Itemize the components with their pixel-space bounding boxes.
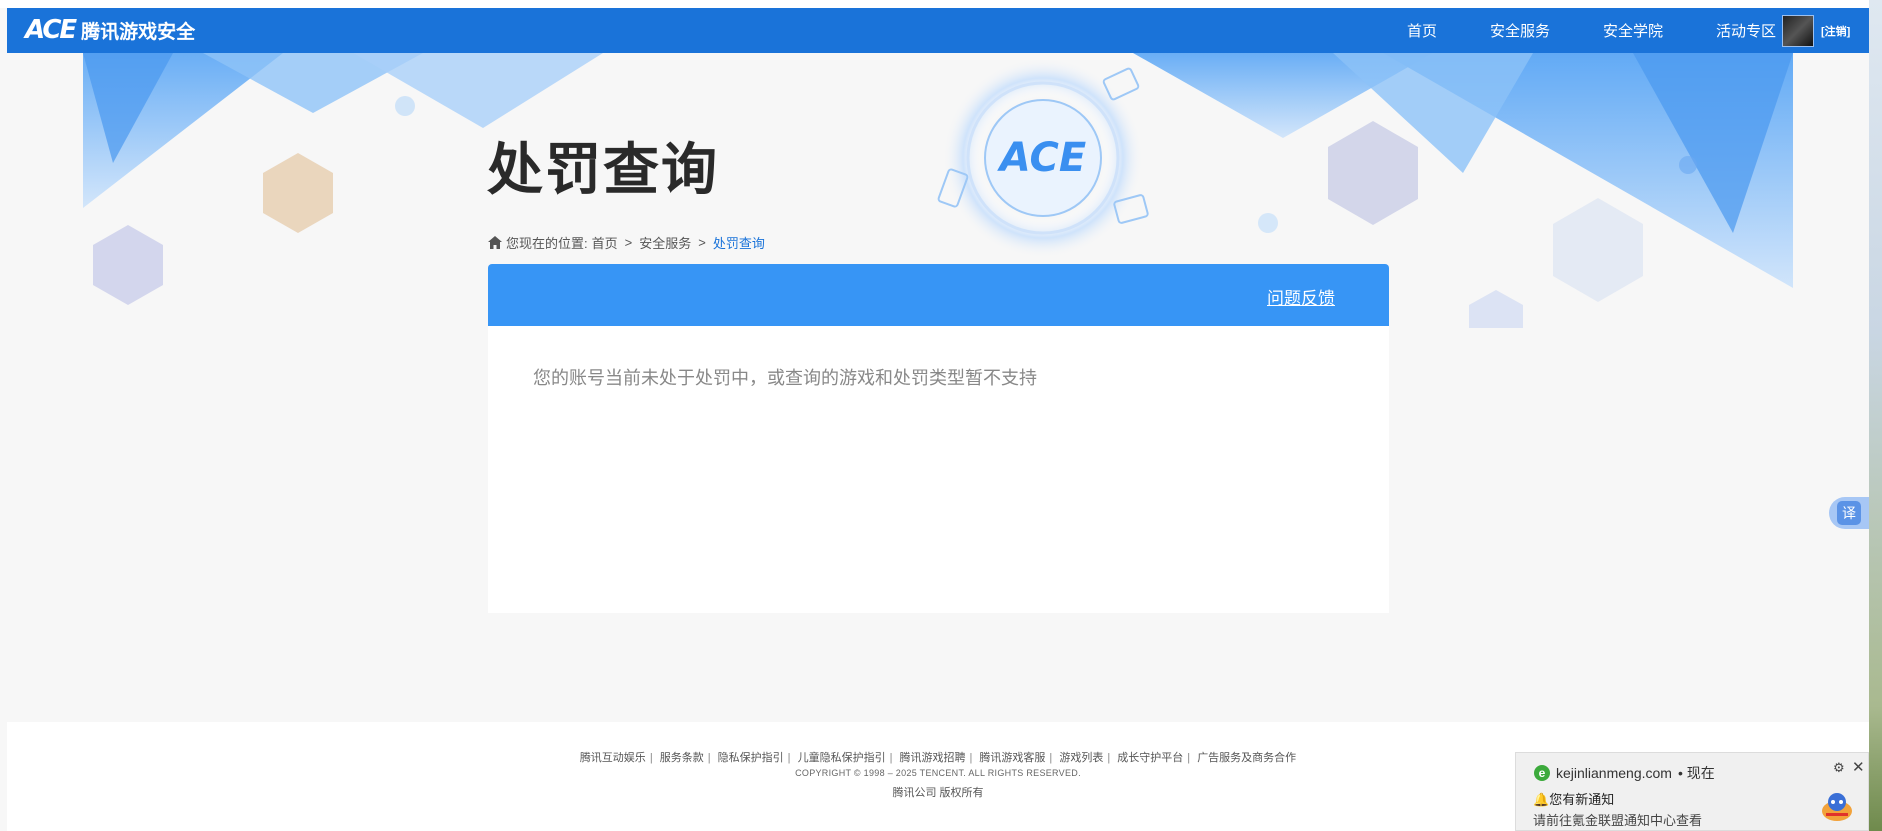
breadcrumb: 您现在的位置: 首页 > 安全服务 > 处罚查询	[488, 233, 765, 252]
footer-link-ads[interactable]: 广告服务及商务合作	[1197, 752, 1296, 764]
ace-logo-mark: ACE	[25, 15, 77, 45]
translate-icon: 译	[1837, 501, 1861, 525]
translate-button[interactable]: 译	[1829, 497, 1869, 529]
browser-e-icon: e	[1534, 765, 1550, 781]
footer-link-tencent-ent[interactable]: 腾讯互动娱乐	[580, 752, 646, 764]
breadcrumb-current[interactable]: 处罚查询	[713, 233, 765, 252]
close-icon[interactable]: ✕	[1852, 758, 1865, 776]
footer-link-terms[interactable]: 服务条款	[660, 752, 704, 764]
breadcrumb-separator: >	[698, 235, 706, 250]
browser-top-strip	[0, 0, 1882, 8]
bell-icon: 🔔	[1533, 792, 1550, 807]
main-nav: 首页 安全服务 安全学院 活动专区	[1407, 8, 1829, 53]
breadcrumb-home[interactable]: 首页	[592, 233, 618, 252]
feedback-link[interactable]: 问题反馈	[1267, 284, 1335, 309]
browser-notification[interactable]: e kejinlianmeng.com • 现在 ⚙ ✕ 🔔您有新通知 请前往氪…	[1515, 752, 1869, 831]
result-message: 您的账号当前未处于处罚中，或查询的游戏和处罚类型暂不支持	[533, 368, 1037, 388]
footer-link-growth-guard[interactable]: 成长守护平台	[1117, 752, 1183, 764]
page-title: 处罚查询	[487, 138, 719, 201]
desktop-edge	[1869, 0, 1882, 831]
breadcrumb-prefix: 您现在的位置:	[506, 236, 588, 251]
notification-body: 请前往氪金联盟通知中心查看	[1533, 813, 1703, 828]
logo-text: 腾讯游戏安全	[81, 21, 196, 43]
notification-mascot-icon	[1822, 793, 1852, 821]
gear-icon[interactable]: ⚙	[1833, 760, 1845, 776]
result-panel-header: 问题反馈	[488, 264, 1389, 326]
footer-link-child-privacy[interactable]: 儿童隐私保护指引	[798, 752, 886, 764]
nav-security-academy[interactable]: 安全学院	[1603, 20, 1663, 41]
notification-title: 🔔您有新通知	[1533, 792, 1615, 807]
nav-home[interactable]: 首页	[1407, 20, 1437, 41]
notification-source: e kejinlianmeng.com • 现在	[1534, 763, 1715, 783]
breadcrumb-separator: >	[624, 235, 633, 250]
notification-domain: kejinlianmeng.com	[1556, 765, 1672, 781]
footer-link-jobs[interactable]: 腾讯游戏招聘	[900, 752, 966, 764]
footer-link-privacy[interactable]: 隐私保护指引	[718, 752, 784, 764]
home-icon	[488, 236, 502, 249]
nav-activities[interactable]: 活动专区	[1716, 20, 1776, 41]
nav-security-services[interactable]: 安全服务	[1490, 20, 1550, 41]
footer-link-support[interactable]: 腾讯游戏客服	[979, 752, 1045, 764]
result-panel-body: 您的账号当前未处于处罚中，或查询的游戏和处罚类型暂不支持	[488, 326, 1389, 613]
user-avatar[interactable]	[1782, 15, 1814, 47]
svg-text:ACE: ACE	[997, 135, 1086, 181]
breadcrumb-security-services[interactable]: 安全服务	[639, 233, 691, 252]
notification-time: • 现在	[1677, 765, 1715, 781]
footer-link-game-list[interactable]: 游戏列表	[1059, 752, 1103, 764]
logout-link[interactable]: [注销]	[1821, 23, 1850, 39]
site-header: ACE 腾讯游戏安全 首页 安全服务 安全学院 活动专区 [注销]	[7, 8, 1869, 53]
site-logo[interactable]: ACE 腾讯游戏安全	[25, 15, 196, 45]
